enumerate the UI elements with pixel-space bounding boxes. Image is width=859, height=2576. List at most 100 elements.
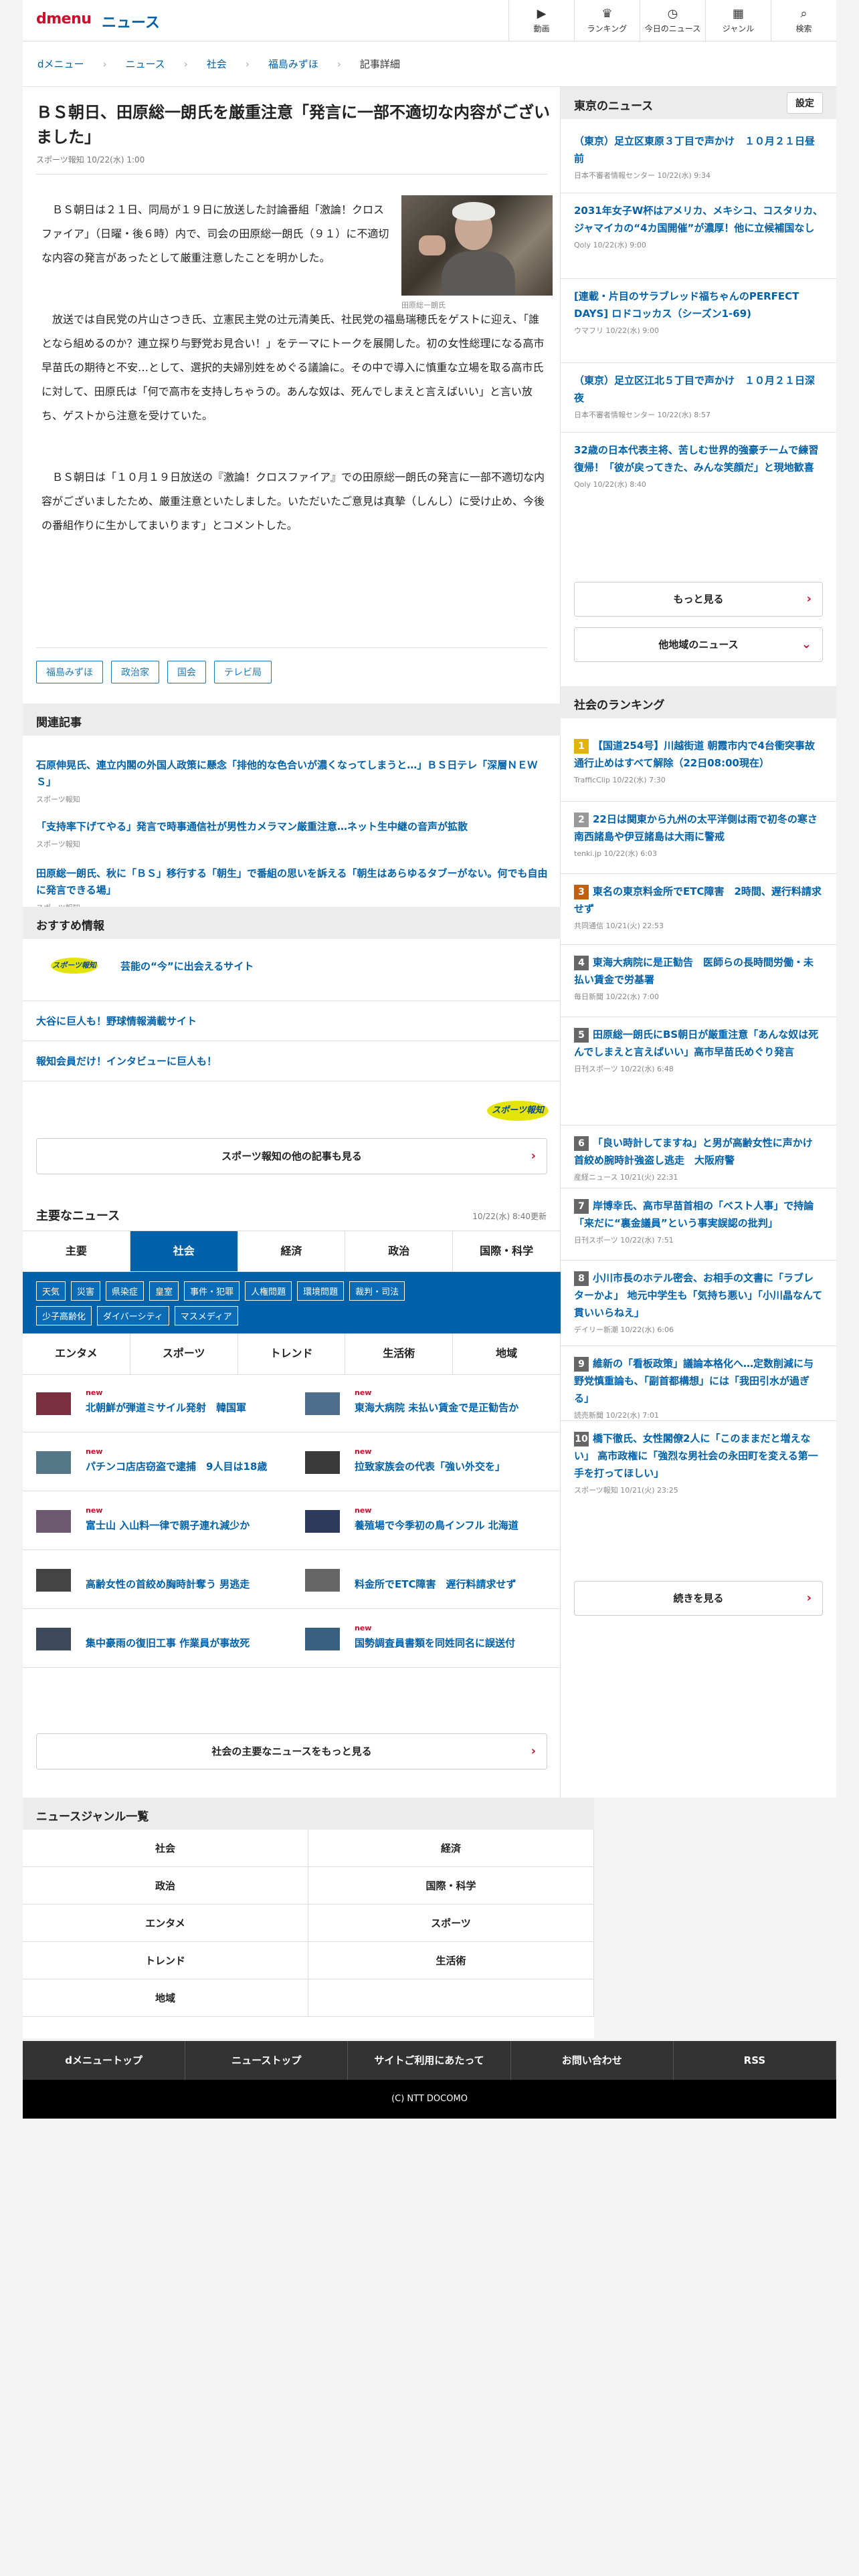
article-tag[interactable]: 福島みずほ [36, 661, 103, 683]
news-item[interactable]: new 東海大病院 未払い賃金で是正勧告か [292, 1375, 561, 1432]
news-item[interactable]: new 養殖場で今季初の鳥インフル 北海道 [292, 1493, 561, 1550]
ranking-item[interactable]: 4 東海大病院に是正勧告 医師らの長時間労働・未払い賃金で労基署 毎日新聞 10/2… [574, 954, 823, 1002]
recommend-link[interactable]: 芸能の“今”に出会えるサイト [120, 959, 254, 973]
footer-link[interactable]: サイトご利用にあたって [348, 2041, 511, 2080]
genre-list-item[interactable]: トレンド [23, 1942, 308, 1979]
news-thumbnail[interactable] [305, 1628, 340, 1650]
ranking-item[interactable]: 8 小川市長のホテル密会、お相手の文書に「ラブレターかよ」 地元中学生も「気持ち悪… [574, 1269, 823, 1335]
local-news-item[interactable]: （東京）足立区東原３丁目で声かけ １０月２１日昼前 日本不審者情報センター 10/… [574, 132, 823, 181]
topic-tag[interactable]: 天気 [36, 1281, 66, 1301]
footer-link[interactable]: ニューストップ [185, 2041, 349, 2080]
genre-list-item[interactable]: 生活術 [308, 1942, 594, 1979]
news-thumbnail[interactable] [305, 1451, 340, 1474]
news-title[interactable]: 拉致家族会の代表「強い外交を」 [355, 1459, 505, 1473]
news-thumbnail[interactable] [36, 1569, 71, 1592]
genre-tab[interactable]: 地域 [453, 1333, 561, 1374]
article-tag[interactable]: 国会 [167, 661, 206, 683]
news-item[interactable]: new 国勢調査員書類を同姓同名に誤送付 [292, 1610, 561, 1668]
other-region-news-button[interactable]: 他地域のニュース ⌄ [574, 627, 823, 662]
news-title[interactable]: 養殖場で今季初の鳥インフル 北海道 [355, 1518, 518, 1532]
local-news-title[interactable]: 32歳の日本代表主将、苦しむ世界的強豪チームで練習復帰！「彼が戻ってきた、みんな… [574, 441, 823, 476]
ranking-item[interactable]: 1 【国道254号】川越街道 朝霞市内で4台衝突事故 通行止めはすべて解除（22日… [574, 737, 823, 785]
breadcrumb-topic[interactable]: 福島みずほ [268, 57, 318, 71]
topic-tag[interactable]: 少子高齢化 [36, 1306, 92, 1325]
ranking-item[interactable]: 7 岸博幸氏、高市早苗首相の「ベスト人事」で持論「来だに“裏金議員”という事実誤認… [574, 1197, 823, 1245]
related-item[interactable]: 「支持率下げてやる」発言で時事通信社が男性カメラマン厳重注意…ネット生中継の音声… [36, 819, 551, 849]
more-ranking-button[interactable]: 続きを見る › [574, 1581, 823, 1616]
local-news-title[interactable]: [連載・片目のサラブレッド福ちゃんのPERFECT DAYS] ロドコッカス（シ… [574, 288, 823, 322]
genre-list-item[interactable]: 政治 [23, 1867, 308, 1905]
ranking-title[interactable]: 4 東海大病院に是正勧告 医師らの長時間労働・未払い賃金で労基署 [574, 954, 823, 988]
news-title[interactable]: 料金所でETC障害 遅行料請求せず [355, 1577, 516, 1591]
news-section-title[interactable]: ニュース [102, 11, 160, 32]
local-news-item[interactable]: 2031年女子W杯はアメリカ、メキシコ、コスタリカ、ジャマイカの“4カ国開催”が… [574, 202, 823, 250]
ranking-item[interactable]: 9 維新の「看板政策」議論本格化へ…定数削減に与野党慎重論も、「副首都構想」には「… [574, 1355, 823, 1420]
breadcrumb-dmenu[interactable]: dメニュー [37, 57, 84, 71]
news-thumbnail[interactable] [305, 1510, 340, 1533]
genre-list-item[interactable]: 社会 [23, 1830, 308, 1867]
news-title[interactable]: 富士山 入山料一律で親子連れ減少か [86, 1518, 250, 1532]
header-nav-trophy[interactable]: ♛ ランキング [574, 0, 640, 41]
more-hochi-button[interactable]: スポーツ報知の他の記事も見る › [36, 1138, 547, 1174]
tab-1[interactable]: 社会 [130, 1231, 238, 1271]
genre-tab[interactable]: スポーツ [130, 1333, 238, 1374]
local-news-item[interactable]: （東京）足立区江北５丁目で声かけ １０月２１日深夜 日本不審者情報センター 10/… [574, 372, 823, 420]
local-news-item[interactable]: 32歳の日本代表主将、苦しむ世界的強豪チームで練習復帰！「彼が戻ってきた、みんな… [574, 441, 823, 490]
footer-link[interactable]: お問い合わせ [511, 2041, 674, 2080]
topic-tag[interactable]: 人権問題 [245, 1281, 292, 1301]
article-photo[interactable] [401, 195, 553, 296]
news-item[interactable]: new パチンコ店店窃盗で逮捕 9人目は18歳 [23, 1434, 292, 1491]
news-item[interactable]: 集中豪雨の復旧工事 作業員が事故死 [23, 1610, 292, 1668]
news-thumbnail[interactable] [36, 1510, 71, 1533]
news-title[interactable]: 東海大病院 未払い賃金で是正勧告か [355, 1400, 518, 1414]
ranking-item[interactable]: 5 田原総一朗氏にBS朝日が厳重注意「あんな奴は死んでしまえと言えばいい」高市早苗… [574, 1026, 823, 1074]
article-tag[interactable]: 政治家 [111, 661, 159, 683]
local-news-title[interactable]: （東京）足立区東原３丁目で声かけ １０月２１日昼前 [574, 132, 823, 167]
breadcrumb-news[interactable]: ニュース [126, 57, 165, 71]
ranking-item[interactable]: 2 22日は関東から九州の太平洋側は雨で初冬の寒さ 南西諸島や伊豆諸島は大雨に警戒… [574, 811, 828, 859]
topic-tag[interactable]: 裁判・司法 [349, 1281, 405, 1301]
news-thumbnail[interactable] [36, 1451, 71, 1474]
related-item[interactable]: 石原伸晃氏、連立内閣の外国人政策に懸念「排他的な色合いが濃くなってしまうと…」Ｂ… [36, 757, 551, 804]
related-title[interactable]: 田原総一朗氏、秋に「ＢＳ」移行する「朝生」で番組の思いを訴える「朝生はあらゆるタ… [36, 865, 551, 899]
news-item[interactable]: 料金所でETC障害 遅行料請求せず [292, 1551, 561, 1609]
header-nav-clock[interactable]: ◷ 今日のニュース [640, 0, 705, 41]
related-title[interactable]: 石原伸晃氏、連立内閣の外国人政策に懸念「排他的な色合いが濃くなってしまうと…」Ｂ… [36, 757, 551, 790]
ranking-item[interactable]: 10 橋下徹氏、女性閣僚2人に「このままだと増えない」 高市政権に「強烈な男社会の… [574, 1430, 823, 1495]
header-nav-grid[interactable]: ▦ ジャンル [705, 0, 771, 41]
news-item[interactable]: new 北朝鮮が弾道ミサイル発射 韓国軍 [23, 1375, 292, 1432]
article-tag[interactable]: テレビ局 [214, 661, 272, 683]
news-title[interactable]: パチンコ店店窃盗で逮捕 9人目は18歳 [86, 1459, 267, 1473]
ranking-title[interactable]: 10 橋下徹氏、女性閣僚2人に「このままだと増えない」 高市政権に「強烈な男社会の… [574, 1430, 823, 1482]
topic-tag[interactable]: マスメディア [174, 1306, 238, 1325]
news-thumbnail[interactable] [36, 1392, 71, 1415]
ranking-title[interactable]: 2 22日は関東から九州の太平洋側は雨で初冬の寒さ 南西諸島や伊豆諸島は大雨に警戒 [574, 811, 828, 845]
news-item[interactable]: 高齢女性の首絞め胸時計奪う 男逃走 [23, 1551, 292, 1609]
ranking-title[interactable]: 1 【国道254号】川越街道 朝霞市内で4台衝突事故 通行止めはすべて解除（22日… [574, 737, 823, 772]
related-item[interactable]: 田原総一朗氏、秋に「ＢＳ」移行する「朝生」で番組の思いを訴える「朝生はあらゆるタ… [36, 865, 551, 913]
more-major-news-button[interactable]: 社会の主要なニュースをもっと見る › [36, 1733, 547, 1769]
ranking-title[interactable]: 3 東名の東京料金所でETC障害 2時間、遅行料請求せず [574, 883, 823, 918]
news-thumbnail[interactable] [305, 1569, 340, 1592]
header-nav-search[interactable]: ⌕ 検索 [771, 0, 836, 41]
ranking-title[interactable]: 8 小川市長のホテル密会、お相手の文書に「ラブレターかよ」 地元中学生も「気持ち悪… [574, 1269, 823, 1321]
footer-link[interactable]: dメニュートップ [23, 2041, 186, 2080]
genre-list-item[interactable]: 経済 [308, 1830, 594, 1867]
ranking-title[interactable]: 5 田原総一朗氏にBS朝日が厳重注意「あんな奴は死んでしまえと言えばいい」高市早苗… [574, 1026, 823, 1061]
genre-tab[interactable]: 生活術 [345, 1333, 454, 1374]
topic-tag[interactable]: 皇室 [149, 1281, 179, 1301]
topic-tag[interactable]: 災害 [71, 1281, 101, 1301]
local-news-title[interactable]: 2031年女子W杯はアメリカ、メキシコ、コスタリカ、ジャマイカの“4カ国開催”が… [574, 202, 823, 237]
more-local-news-button[interactable]: もっと見る › [574, 582, 823, 617]
ranking-title[interactable]: 6 「良い時計してますね」と男が高齢女性に声かけ 首絞め腕時計強盗し逃走 大阪府警 [574, 1134, 823, 1169]
genre-list-item[interactable]: 国際・科学 [308, 1867, 594, 1905]
news-title[interactable]: 高齢女性の首絞め胸時計奪う 男逃走 [86, 1577, 250, 1591]
tab-0[interactable]: 主要 [23, 1231, 130, 1271]
news-title[interactable]: 北朝鮮が弾道ミサイル発射 韓国軍 [86, 1400, 246, 1414]
genre-tab[interactable]: エンタメ [23, 1333, 130, 1374]
ranking-title[interactable]: 9 維新の「看板政策」議論本格化へ…定数削減に与野党慎重論も、「副首都構想」には「… [574, 1355, 823, 1407]
genre-list-item[interactable]: スポーツ [308, 1905, 594, 1942]
tab-4[interactable]: 国際・科学 [453, 1231, 561, 1271]
genre-list-item[interactable]: エンタメ [23, 1905, 308, 1942]
news-thumbnail[interactable] [305, 1392, 340, 1415]
